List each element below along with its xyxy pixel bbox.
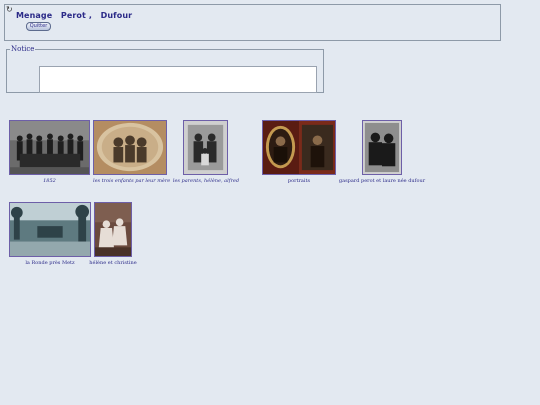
photo-caption[interactable]: la Ronde près Metz xyxy=(9,260,91,266)
photo-thumbnail[interactable] xyxy=(94,202,132,257)
photo-thumbnail[interactable] xyxy=(9,202,91,257)
page-title: Menage Perot , Dufour xyxy=(16,11,133,20)
photo-caption[interactable]: hélène et christine xyxy=(86,260,140,266)
photo-thumbnail[interactable] xyxy=(362,120,402,175)
photo-thumbnail[interactable] xyxy=(93,120,167,175)
photo-caption[interactable]: portraits xyxy=(262,178,336,184)
header-box: ↻ Menage Perot , Dufour Quitter xyxy=(4,4,501,41)
notice-legend: Notice xyxy=(11,45,35,53)
photo-caption[interactable]: gaspard perot et laure née dufour xyxy=(336,178,428,184)
notice-section: Notice xyxy=(6,45,324,93)
photo-caption[interactable]: les parents, hélène, alfred xyxy=(170,178,242,184)
collapse-arrow-icon[interactable]: ↻ xyxy=(6,6,13,14)
photo-thumbnail[interactable] xyxy=(262,120,336,175)
photo-caption[interactable]: les trois enfants par leur mère xyxy=(93,178,170,184)
quit-button[interactable]: Quitter xyxy=(26,22,51,31)
notice-textarea[interactable] xyxy=(39,66,317,93)
photo-thumbnail[interactable] xyxy=(9,120,90,175)
photo-thumbnail[interactable] xyxy=(183,120,228,175)
photo-caption[interactable]: 1852 xyxy=(9,178,90,184)
